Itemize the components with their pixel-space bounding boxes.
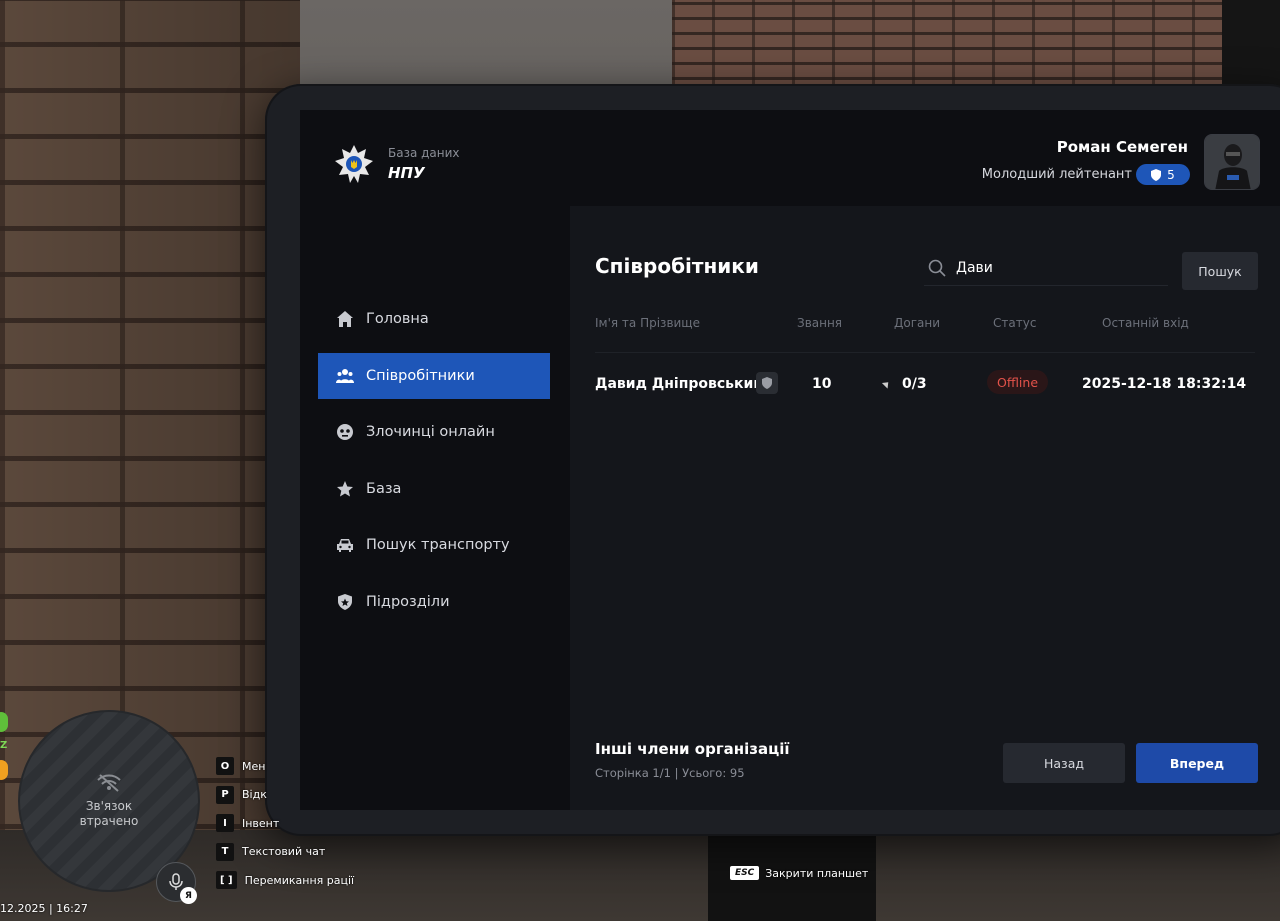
keybind-label: Відк — [242, 788, 267, 802]
back-button[interactable]: Назад — [1003, 743, 1125, 783]
keybind-row: T Текстовий чат — [216, 838, 354, 867]
car-icon — [336, 536, 354, 554]
brand-title: НПУ — [388, 164, 425, 182]
sidebar-nav: Головна Співробітники Злочинці онлайн Ба… — [318, 296, 550, 635]
microphone-icon — [169, 873, 183, 890]
home-icon — [336, 310, 354, 328]
table-divider — [595, 352, 1255, 353]
key-cap: P — [216, 785, 234, 804]
mouse-cursor-icon — [881, 379, 892, 389]
keybind-row: P Відк — [216, 781, 354, 810]
column-header-name: Ім'я та Прізвище — [595, 316, 700, 330]
close-tablet-label: Закрити планшет — [765, 866, 869, 880]
status-badge: Offline — [987, 370, 1049, 394]
sidebar-item-label: Злочинці онлайн — [366, 424, 495, 440]
keybind-row: I Інвент — [216, 809, 354, 838]
keybind-label: Перемикання рації — [244, 873, 355, 887]
mask-icon — [336, 423, 354, 441]
column-header-last-login: Останній вхід — [1102, 316, 1189, 330]
key-cap: I — [216, 814, 234, 833]
search-input[interactable] — [956, 259, 1156, 276]
star-icon — [336, 480, 354, 498]
footer-title: Інші члени організації — [595, 740, 790, 758]
employee-name: Давид Дніпровський — [595, 376, 764, 392]
key-cap: T — [216, 842, 234, 861]
keybind-row: [ ] Перемикання рації — [216, 866, 354, 895]
shield-icon — [756, 372, 778, 394]
shield-icon — [336, 593, 354, 611]
keybind-label: Мен — [242, 759, 266, 773]
tablet-screen: База даних НПУ Роман Семеген Молодший ле… — [300, 110, 1280, 810]
user-rank: Молодший лейтенант — [981, 167, 1132, 182]
close-tablet-hint: ESC Закрити планшет — [730, 866, 868, 880]
sidebar-item-units[interactable]: Підрозділи — [318, 579, 550, 625]
brand-subtitle: База даних — [388, 146, 460, 160]
search-button[interactable]: Пошук — [1182, 252, 1258, 290]
connection-lost-line1: Зв'язок — [85, 799, 133, 813]
key-cap: [ ] — [216, 871, 237, 890]
esc-key-cap: ESC — [730, 866, 760, 880]
sidebar-item-label: Співробітники — [366, 367, 475, 384]
sidebar-item-label: База — [366, 480, 402, 497]
keybind-label: Текстовий чат — [242, 845, 326, 859]
sidebar-item-employees[interactable]: Співробітники — [318, 352, 550, 399]
no-signal-icon — [97, 774, 121, 792]
column-header-status: Статус — [993, 316, 1037, 330]
pagination-info: Сторінка 1/1 | Усього: 95 — [595, 766, 745, 780]
next-button[interactable]: Вперед — [1136, 743, 1258, 783]
employees-panel: Співробітники Пошук Ім'я та Прізвище Зва… — [570, 206, 1280, 810]
officer-avatar-icon — [1205, 135, 1259, 189]
datetime-readout: 12.2025 | 16:27 — [0, 902, 88, 915]
shield-icon — [1151, 168, 1162, 181]
sidebar-item-vehicle-search[interactable]: Пошук транспорту — [318, 522, 550, 568]
rank-badge: 5 — [1136, 164, 1190, 185]
connection-lost-line2: втрачено — [79, 814, 139, 828]
language-badge: Я — [180, 887, 197, 904]
employee-last-login: 2025-12-18 18:32:14 — [1082, 376, 1247, 392]
screen-header: База даних НПУ Роман Семеген Молодший ле… — [300, 110, 1280, 210]
people-icon — [336, 367, 354, 385]
keybind-hints: O Мен P Відк I Інвент T Текстовий чат [ … — [216, 752, 354, 895]
sidebar-item-label: Головна — [366, 311, 429, 327]
avatar[interactable] — [1204, 134, 1260, 190]
search-icon — [928, 259, 946, 277]
column-header-reprimands: Догани — [894, 316, 941, 330]
connection-lost-text: Зв'язок втрачено — [80, 799, 139, 829]
police-star-logo-icon — [335, 145, 373, 183]
column-header-rank: Звання — [797, 316, 843, 330]
page-title: Співробітники — [595, 254, 759, 278]
keybind-label: Інвент — [242, 816, 280, 830]
rank-badge-count: 5 — [1167, 167, 1175, 182]
hud-z-label: Z — [0, 740, 8, 751]
search-box — [924, 250, 1168, 286]
keybind-row: O Мен — [216, 752, 354, 781]
sidebar-item-label: Пошук транспорту — [366, 537, 510, 553]
sidebar-item-label: Підрозділи — [366, 593, 450, 610]
sidebar-item-criminals-online[interactable]: Злочинці онлайн — [318, 409, 550, 455]
key-cap: O — [216, 757, 234, 776]
employee-rank: 10 — [812, 376, 832, 392]
employee-reprimands: 0/3 — [902, 376, 927, 392]
user-name: Роман Семеген — [1056, 138, 1188, 156]
sidebar-item-database[interactable]: База — [318, 466, 550, 512]
sidebar-item-home[interactable]: Головна — [318, 296, 550, 342]
